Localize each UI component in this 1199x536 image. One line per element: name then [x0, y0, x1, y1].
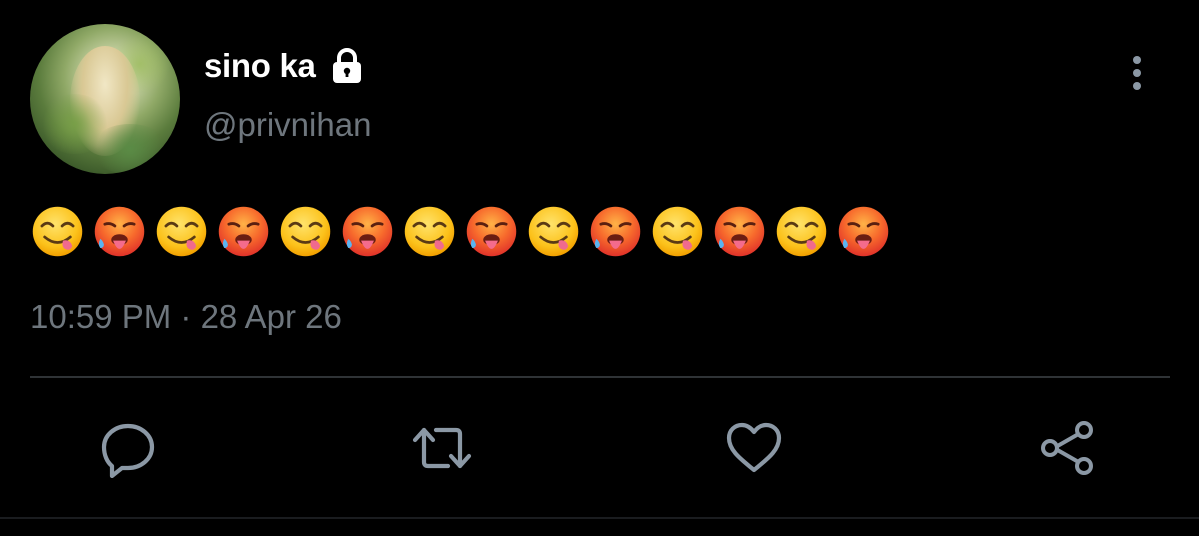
hot-face-emoji — [838, 206, 889, 257]
face-savoring-food-emoji — [652, 206, 703, 257]
hot-face-emoji — [342, 206, 393, 257]
avatar[interactable] — [30, 24, 180, 174]
reply-button[interactable] — [98, 418, 158, 479]
share-icon — [1041, 421, 1093, 475]
user-name-row: sino ka — [204, 44, 366, 88]
avatar-foliage — [90, 124, 170, 174]
retweet-icon — [412, 427, 472, 469]
face-savoring-food-emoji — [776, 206, 827, 257]
hot-face-emoji — [590, 206, 641, 257]
tweet-text — [30, 204, 891, 259]
divider — [30, 376, 1170, 378]
tweet-timestamp[interactable]: 10:59 PM · 28 Apr 26 — [30, 298, 342, 336]
retweet-button[interactable] — [412, 418, 472, 478]
lock-icon — [328, 47, 366, 85]
face-savoring-food-emoji — [156, 206, 207, 257]
hot-face-emoji — [218, 206, 269, 257]
like-button[interactable] — [724, 418, 784, 478]
face-savoring-food-emoji — [404, 206, 455, 257]
more-vertical-icon[interactable] — [1124, 54, 1150, 94]
reply-icon — [101, 423, 155, 479]
face-savoring-food-emoji — [32, 206, 83, 257]
hot-face-emoji — [466, 206, 517, 257]
display-name[interactable]: sino ka — [204, 47, 316, 85]
hot-face-emoji — [94, 206, 145, 257]
divider — [0, 517, 1199, 519]
share-button[interactable] — [1038, 418, 1098, 478]
hot-face-emoji — [714, 206, 765, 257]
tweet-card: sino ka @privnihan 10:59 PM · 28 Apr 26 — [0, 0, 1199, 536]
face-savoring-food-emoji — [528, 206, 579, 257]
user-handle[interactable]: @privnihan — [204, 106, 371, 144]
heart-icon — [726, 422, 782, 473]
face-savoring-food-emoji — [280, 206, 331, 257]
